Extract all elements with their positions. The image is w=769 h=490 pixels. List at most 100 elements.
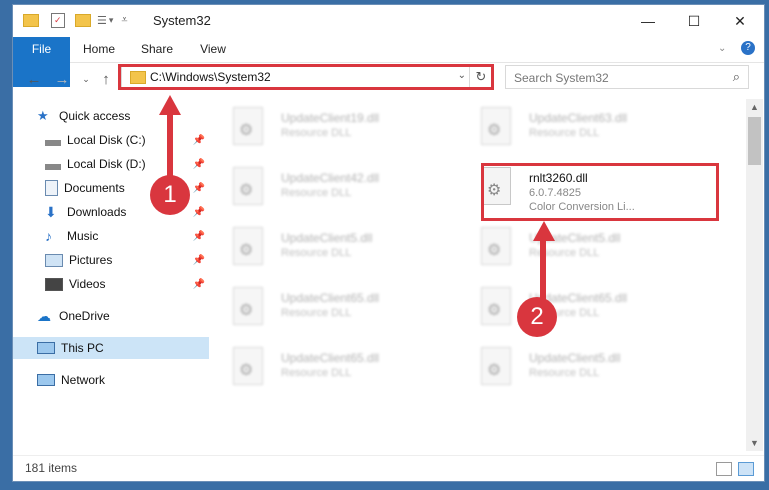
- pictures-icon: [45, 253, 63, 267]
- file-description: Resource DLL: [529, 127, 600, 139]
- view-menu-icon[interactable]: ☰: [97, 14, 107, 27]
- file-description: Resource DLL: [281, 127, 352, 139]
- dll-file-icon: [481, 347, 511, 385]
- sidebar-item-label: Pictures: [69, 253, 113, 267]
- tab-view[interactable]: View: [199, 37, 227, 62]
- ribbon-tabs: File Home Share View ⌄ ?: [13, 37, 764, 87]
- arrow-shaft: [540, 239, 546, 303]
- pin-icon: 📌: [192, 206, 205, 218]
- navigation-pane: ★ Quick access Local Disk (C:) 📌 Local D…: [13, 99, 209, 459]
- tab-home[interactable]: Home: [83, 37, 115, 62]
- quick-access-toolbar: ✓ ☰ ▾ ⩡: [23, 11, 128, 29]
- step-1-badge: 1: [150, 175, 190, 215]
- file-item[interactable]: UpdateClient65.dll Resource DLL: [213, 343, 443, 393]
- item-count: 181 items: [25, 461, 78, 475]
- file-name: UpdateClient5.dll: [281, 231, 373, 245]
- sidebar-item-label: Local Disk (C:): [67, 133, 146, 147]
- sidebar-item-label: Videos: [69, 277, 106, 291]
- minimize-button[interactable]: —: [625, 5, 671, 37]
- arrow-shaft: [167, 113, 173, 177]
- search-input[interactable]: Search System32: [514, 71, 609, 85]
- details-view-icon[interactable]: [716, 462, 732, 476]
- sidebar-item-label: Quick access: [59, 109, 131, 123]
- sidebar-item-pictures[interactable]: Pictures 📌: [13, 249, 209, 271]
- file-highlight-box: [481, 163, 719, 221]
- file-item[interactable]: UpdateClient65.dll Resource DLL: [461, 283, 691, 333]
- cloud-icon: ☁: [37, 308, 51, 324]
- sidebar-item-onedrive[interactable]: ☁ OneDrive: [13, 305, 209, 327]
- sidebar-item-label: Music: [67, 229, 99, 243]
- scroll-up-icon[interactable]: ▲: [746, 99, 763, 115]
- explorer-window: ✓ ☰ ▾ ⩡ System32 — ☐ ✕ File Home Share V…: [12, 4, 765, 482]
- up-button[interactable]: ↑: [95, 69, 117, 89]
- sidebar-item-network[interactable]: Network: [13, 369, 209, 391]
- file-name: UpdateClient65.dll: [281, 291, 380, 305]
- dll-file-icon: [233, 167, 263, 205]
- dll-file-icon: [233, 227, 263, 265]
- file-item[interactable]: UpdateClient65.dll Resource DLL: [213, 283, 443, 333]
- chevron-down-icon[interactable]: ⌄: [718, 43, 726, 54]
- dll-file-icon: [233, 107, 263, 145]
- file-name: UpdateClient5.dll: [529, 351, 621, 365]
- sidebar-item-label: Downloads: [67, 205, 127, 219]
- star-icon: ★: [37, 108, 49, 123]
- folder-icon[interactable]: [23, 13, 39, 27]
- recent-locations-button[interactable]: ⌄: [75, 69, 97, 89]
- dll-file-icon: [481, 227, 511, 265]
- documents-icon: [45, 180, 58, 196]
- download-icon: ⬇: [45, 204, 57, 220]
- file-item[interactable]: UpdateClient5.dll Resource DLL: [461, 223, 691, 273]
- back-button[interactable]: ←: [23, 69, 45, 89]
- pc-icon: [37, 342, 55, 354]
- close-button[interactable]: ✕: [717, 5, 763, 37]
- arrow-up-icon: [159, 95, 181, 115]
- file-description: Resource DLL: [281, 307, 352, 319]
- sidebar-item-label: Local Disk (D:): [67, 157, 146, 171]
- sidebar-item-local-disk-d[interactable]: Local Disk (D:) 📌: [13, 153, 209, 175]
- help-icon[interactable]: ?: [741, 41, 755, 55]
- pin-icon: 📌: [192, 278, 205, 290]
- file-item[interactable]: UpdateClient63.dll Resource DLL: [461, 103, 691, 153]
- pin-icon: 📌: [192, 158, 205, 170]
- window-title: System32: [153, 13, 211, 28]
- file-description: Resource DLL: [281, 367, 352, 379]
- dll-file-icon: [233, 287, 263, 325]
- scroll-down-icon[interactable]: ▼: [746, 435, 763, 451]
- sidebar-item-this-pc[interactable]: This PC: [13, 337, 209, 359]
- file-item[interactable]: UpdateClient42.dll Resource DLL: [213, 163, 443, 213]
- search-icon[interactable]: ⌕: [733, 69, 740, 85]
- file-description: Resource DLL: [281, 187, 352, 199]
- sidebar-item-label: OneDrive: [59, 309, 110, 323]
- new-folder-icon[interactable]: [75, 13, 91, 27]
- pin-icon: 📌: [192, 254, 205, 266]
- music-icon: ♪: [45, 228, 52, 244]
- customize-toolbar-icon[interactable]: ⩡: [121, 14, 127, 27]
- scrollbar-thumb[interactable]: [748, 117, 761, 165]
- dll-file-icon: [481, 287, 511, 325]
- file-item[interactable]: UpdateClient5.dll Resource DLL: [213, 223, 443, 273]
- properties-icon[interactable]: ✓: [51, 12, 65, 28]
- maximize-button[interactable]: ☐: [671, 5, 717, 37]
- forward-button[interactable]: →: [51, 69, 73, 89]
- file-name: UpdateClient65.dll: [281, 351, 380, 365]
- dll-file-icon: [233, 347, 263, 385]
- tab-share[interactable]: Share: [141, 37, 173, 62]
- address-highlight-box: [118, 64, 494, 90]
- file-name: UpdateClient63.dll: [529, 111, 628, 125]
- sidebar-item-videos[interactable]: Videos 📌: [13, 273, 209, 295]
- file-item[interactable]: UpdateClient19.dll Resource DLL: [213, 103, 443, 153]
- tiles-view-icon[interactable]: [738, 462, 754, 476]
- file-list: UpdateClient19.dll Resource DLL UpdateCl…: [213, 99, 743, 451]
- search-box[interactable]: Search System32 ⌕: [505, 65, 749, 89]
- pin-icon: 📌: [192, 134, 205, 146]
- dll-file-icon: [481, 107, 511, 145]
- sidebar-item-label: Network: [61, 373, 106, 387]
- pin-icon: 📌: [192, 182, 205, 194]
- file-item[interactable]: UpdateClient5.dll Resource DLL: [461, 343, 691, 393]
- drive-icon: [45, 164, 61, 170]
- vertical-scrollbar[interactable]: ▲ ▼: [746, 99, 763, 451]
- chevron-down-icon[interactable]: ▾: [109, 15, 114, 26]
- sidebar-item-local-disk-c[interactable]: Local Disk (C:) 📌: [13, 129, 209, 151]
- arrow-up-icon: [533, 221, 555, 241]
- sidebar-item-music[interactable]: ♪ Music 📌: [13, 225, 209, 247]
